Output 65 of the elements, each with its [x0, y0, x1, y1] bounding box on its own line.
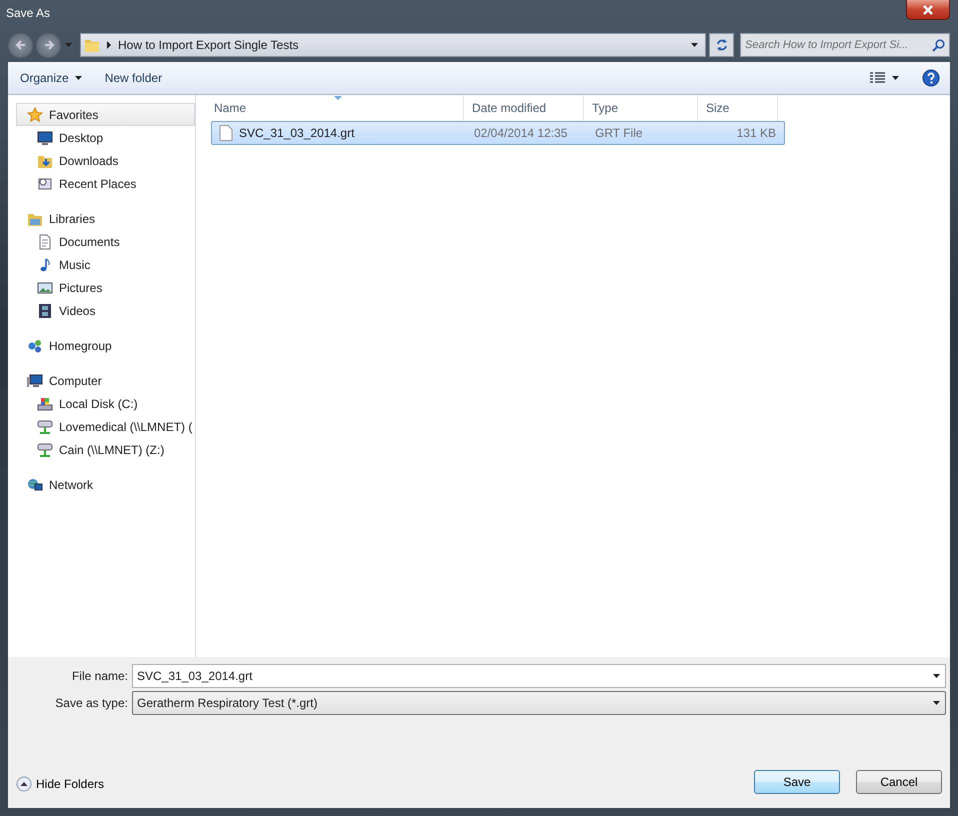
dropdown-caret-icon	[932, 672, 941, 680]
table-cell: SVC_31_03_2014.grt	[239, 126, 354, 140]
sidebar-item[interactable]: Lovemedical (\\LMNET) (	[8, 415, 195, 438]
help-icon	[922, 69, 940, 87]
refresh-button[interactable]	[709, 33, 734, 57]
folder-icon	[84, 37, 100, 53]
table-cell: GRT File	[595, 126, 643, 140]
refresh-icon	[714, 38, 728, 52]
disk-drive-icon	[37, 396, 53, 412]
star-icon	[27, 106, 43, 122]
file-type-dropdown[interactable]: Geratherm Respiratory Test (*.grt)	[132, 691, 946, 715]
close-icon	[922, 4, 934, 14]
field-label: File name:	[70, 669, 129, 683]
forward-button[interactable]	[36, 32, 61, 58]
address-bar[interactable]: How to Import Export Single Tests	[80, 33, 706, 57]
sidebar-item[interactable]: Recent Places	[8, 172, 195, 195]
close-button[interactable]	[906, 0, 950, 20]
search-field[interactable]: Search How to Import Export Si...	[740, 33, 950, 57]
sidebar-item[interactable]: Libraries	[8, 207, 195, 230]
recent-places-icon	[37, 176, 53, 192]
sidebar-item[interactable]: Music	[8, 253, 195, 276]
sidebar-item[interactable]: Computer	[8, 369, 195, 392]
network-drive-icon	[37, 442, 53, 458]
window-title: Save As	[6, 5, 52, 20]
table-cell: 02/04/2014 12:35	[474, 126, 568, 140]
picture-icon	[37, 280, 53, 296]
desktop-icon	[37, 130, 53, 146]
sidebar-item[interactable]: Downloads	[8, 149, 195, 172]
document-icon	[37, 234, 53, 250]
sidebar-item[interactable]: Documents	[8, 230, 195, 253]
details-view-icon	[870, 72, 886, 84]
network-icon	[27, 476, 43, 492]
hide-folders-button[interactable]: Hide Folders	[16, 776, 104, 792]
new-folder-button[interactable]: New folder	[100, 68, 166, 88]
dropdown-caret-icon[interactable]	[690, 41, 699, 49]
caret-icon	[74, 74, 83, 82]
breadcrumb-arrow-icon[interactable]	[106, 41, 112, 49]
sidebar-item[interactable]: Cain (\\LMNET) (Z:)	[8, 438, 195, 461]
organize-menu-button[interactable]: Organize	[16, 68, 87, 88]
file-row[interactable]: SVC_31_03_2014.grt 02/04/2014 12:35 GRT File 131 KB	[211, 121, 785, 145]
computer-icon	[27, 372, 43, 388]
dropdown-caret-icon	[932, 699, 941, 707]
save-button[interactable]: Save	[754, 770, 840, 794]
film-icon	[37, 302, 53, 318]
file-icon	[219, 125, 233, 141]
forward-arrow-icon	[42, 39, 54, 51]
table-cell: 131 KB	[736, 126, 776, 140]
caret-icon	[891, 74, 900, 82]
back-button[interactable]	[8, 32, 33, 58]
sidebar-item[interactable]: Favorites	[16, 103, 195, 126]
homegroup-icon	[27, 338, 43, 354]
sidebar-item[interactable]: Local Disk (C:)	[8, 392, 195, 415]
collapse-up-icon	[16, 776, 32, 792]
sidebar-item[interactable]: Pictures	[8, 276, 195, 299]
network-drive-icon	[37, 418, 53, 434]
sidebar-item[interactable]: Videos	[8, 299, 195, 322]
search-icon[interactable]	[932, 38, 945, 52]
back-arrow-icon	[14, 39, 26, 51]
file-name-field[interactable]: SVC_31_03_2014.grt	[132, 664, 946, 688]
sidebar-item[interactable]: Network	[8, 473, 195, 496]
field-label: Save as type:	[54, 696, 129, 710]
cancel-button[interactable]: Cancel	[856, 770, 942, 794]
sidebar-item[interactable]: Desktop	[8, 126, 195, 149]
sidebar-item[interactable]: Homegroup	[8, 334, 195, 357]
breadcrumb-item[interactable]: How to Import Export Single Tests	[118, 38, 299, 52]
